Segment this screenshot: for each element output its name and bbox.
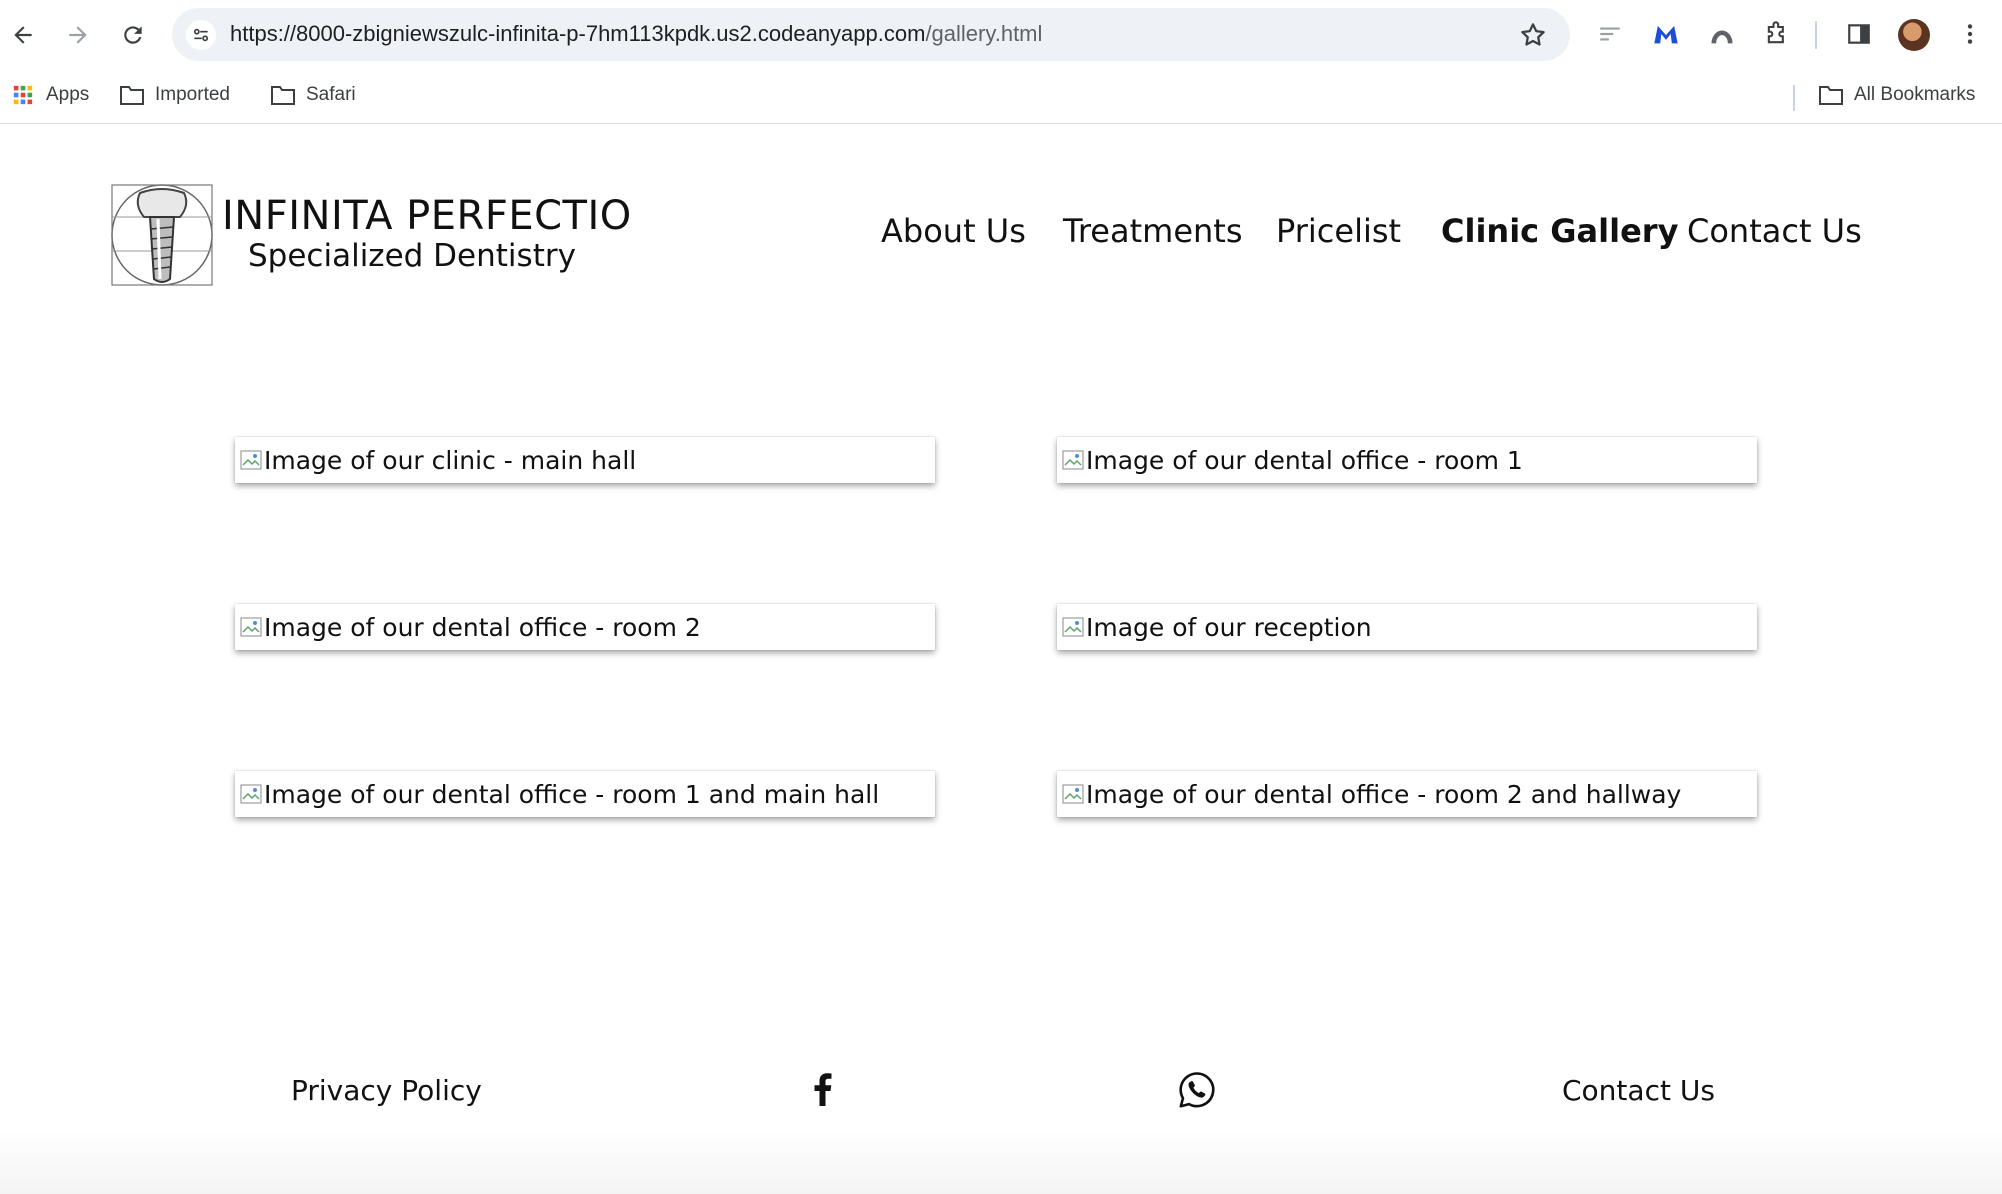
- more-menu-icon[interactable]: [1954, 18, 1986, 50]
- gallery-image[interactable]: Image of our reception: [1057, 604, 1757, 650]
- reload-button[interactable]: [115, 17, 151, 53]
- site-info-icon[interactable]: [186, 20, 216, 50]
- apps-grid-icon: [13, 85, 33, 105]
- privacy-policy-link[interactable]: Privacy Policy: [291, 1074, 482, 1107]
- profile-avatar[interactable]: [1898, 19, 1930, 51]
- bookmark-folder-safari[interactable]: Safari: [270, 84, 356, 106]
- gallery-image[interactable]: Image of our dental office - room 1 and …: [235, 771, 935, 817]
- brand-name[interactable]: INFINITA PERFECTIO: [222, 193, 632, 239]
- image-alt-text: Image of our dental office - room 1: [1086, 445, 1523, 475]
- reading-list-icon[interactable]: [1594, 18, 1626, 50]
- facebook-icon[interactable]: [803, 1070, 843, 1110]
- broken-image-icon: [1062, 617, 1084, 637]
- forward-button[interactable]: [60, 17, 96, 53]
- bookmark-apps[interactable]: Apps: [10, 84, 89, 106]
- nav-clinic-gallery[interactable]: Clinic Gallery: [1441, 212, 1678, 250]
- malwarebytes-icon[interactable]: [1650, 18, 1682, 50]
- gallery-image[interactable]: Image of our clinic - main hall: [235, 437, 935, 483]
- folder-icon: [120, 86, 144, 105]
- image-alt-text: Image of our reception: [1086, 612, 1372, 642]
- nav-pricelist[interactable]: Pricelist: [1276, 212, 1401, 250]
- browser-toolbar: https://8000-zbigniewszulc-infinita-p-7h…: [0, 0, 2002, 71]
- reload-icon: [124, 26, 142, 44]
- tooth-implant-logo-icon[interactable]: [110, 183, 214, 287]
- arrow-right-icon: [69, 26, 87, 44]
- gallery-image[interactable]: Image of our dental office - room 2 and …: [1057, 771, 1757, 817]
- image-alt-text: Image of our clinic - main hall: [264, 445, 637, 475]
- bookmark-label: Apps: [46, 84, 90, 105]
- all-bookmarks-label: All Bookmarks: [1854, 84, 1976, 105]
- nav-treatments[interactable]: Treatments: [1063, 212, 1243, 250]
- bookmark-label: Safari: [306, 84, 356, 105]
- bookmark-label: Imported: [155, 84, 230, 105]
- image-alt-text: Image of our dental office - room 2 and …: [1086, 779, 1682, 809]
- bookmarks-bar: Apps Imported Safari All Bookmarks: [0, 71, 2002, 124]
- broken-image-icon: [240, 784, 262, 804]
- folder-icon: [1819, 86, 1843, 105]
- all-bookmarks-button[interactable]: All Bookmarks: [1818, 84, 1975, 106]
- extensions-puzzle-icon[interactable]: [1761, 18, 1793, 50]
- url-text[interactable]: https://8000-zbigniewszulc-infinita-p-7h…: [230, 21, 1042, 47]
- image-alt-text: Image of our dental office - room 2: [264, 612, 701, 642]
- nav-about-us[interactable]: About Us: [881, 212, 1026, 250]
- brand-subtitle: Specialized Dentistry: [248, 238, 576, 274]
- image-alt-text: Image of our dental office - room 1 and …: [264, 779, 880, 809]
- bookmark-folder-imported[interactable]: Imported: [119, 84, 230, 106]
- bookmark-star-icon[interactable]: [1518, 20, 1548, 50]
- footer-contact-link[interactable]: Contact Us: [1562, 1074, 1715, 1107]
- gallery-image[interactable]: Image of our dental office - room 2: [235, 604, 935, 650]
- bookmarks-divider: [1793, 85, 1795, 111]
- back-button[interactable]: [5, 17, 41, 53]
- folder-icon: [271, 86, 295, 105]
- nav-contact-us[interactable]: Contact Us: [1687, 212, 1862, 250]
- whatsapp-icon[interactable]: [1177, 1070, 1217, 1110]
- broken-image-icon: [240, 617, 262, 637]
- gallery-image[interactable]: Image of our dental office - room 1: [1057, 437, 1757, 483]
- arc-extension-icon[interactable]: [1706, 18, 1738, 50]
- address-bar[interactable]: https://8000-zbigniewszulc-infinita-p-7h…: [172, 8, 1570, 61]
- arrow-left-icon: [14, 26, 32, 44]
- broken-image-icon: [1062, 450, 1084, 470]
- broken-image-icon: [240, 450, 262, 470]
- toolbar-divider: [1815, 21, 1817, 49]
- broken-image-icon: [1062, 784, 1084, 804]
- page-bottom-edge: [0, 1130, 2002, 1194]
- side-panel-icon[interactable]: [1843, 18, 1875, 50]
